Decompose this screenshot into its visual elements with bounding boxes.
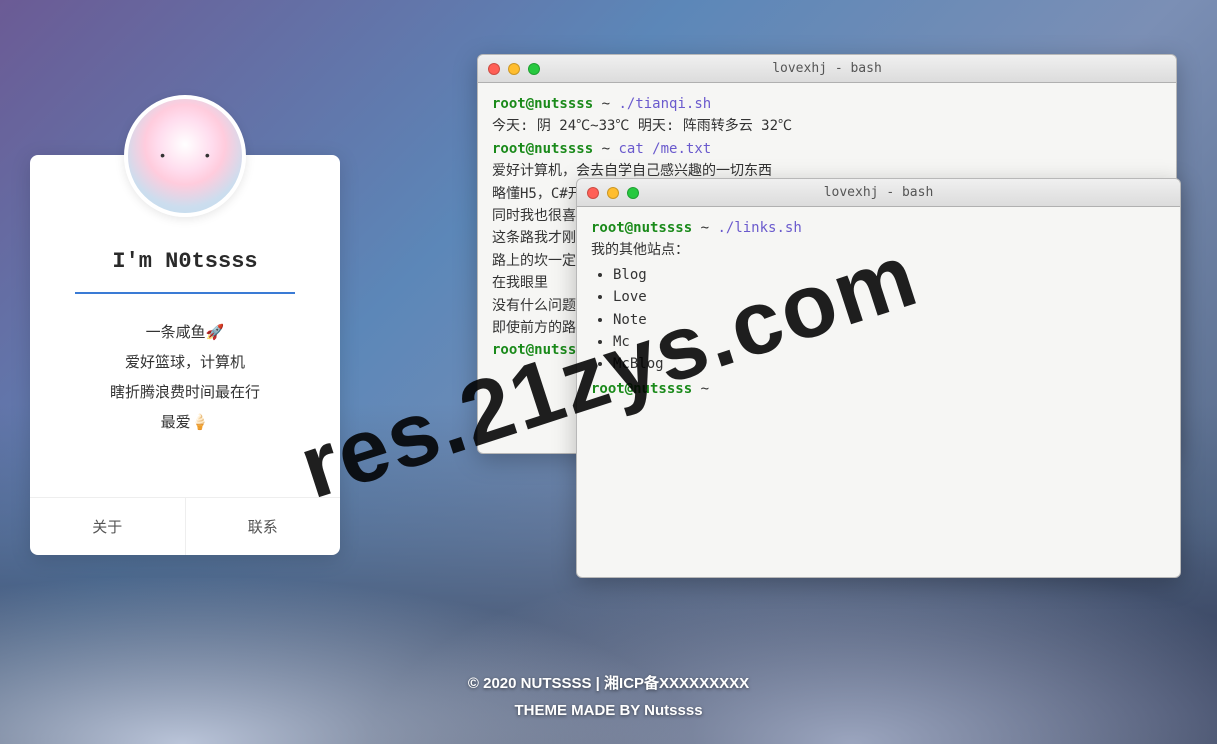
- prompt: root@nutsss: [492, 342, 585, 358]
- link-item[interactable]: Blog: [613, 264, 1166, 286]
- output-line: 我的其他站点：: [591, 239, 1166, 261]
- prompt: root@nutssss: [492, 96, 593, 112]
- command: cat /me.txt: [618, 141, 711, 157]
- page-footer: © 2020 NUTSSSS | 湘ICP备XXXXXXXXX THEME MA…: [0, 670, 1217, 724]
- prompt: root@nutssss: [591, 220, 692, 236]
- command: ./tianqi.sh: [618, 96, 711, 112]
- contact-button[interactable]: 联系: [186, 498, 341, 555]
- bio-line: 一条咸鱼🚀: [110, 318, 260, 348]
- link-item[interactable]: Note: [613, 309, 1166, 331]
- link-item[interactable]: Love: [613, 286, 1166, 308]
- titlebar[interactable]: lovexhj - bash: [478, 55, 1176, 83]
- prompt: root@nutssss: [591, 381, 692, 397]
- command: ./links.sh: [717, 220, 801, 236]
- bio-line: 爱好篮球，计算机: [110, 348, 260, 378]
- window-title: lovexhj - bash: [478, 61, 1176, 76]
- prompt: root@nutssss: [492, 141, 593, 157]
- bio-line: 瞎折腾浪费时间最在行: [110, 378, 260, 408]
- card-footer: 关于 联系: [30, 497, 340, 555]
- title-underline: [75, 292, 295, 294]
- profile-bio: 一条咸鱼🚀 爱好篮球，计算机 瞎折腾浪费时间最在行 最爱🍦: [110, 318, 260, 438]
- avatar: [124, 95, 246, 217]
- profile-title: I'm N0tssss: [112, 249, 257, 274]
- link-item[interactable]: McBlog: [613, 353, 1166, 375]
- terminal-body[interactable]: root@nutssss ~ ./links.sh 我的其他站点： Blog L…: [577, 207, 1180, 410]
- profile-card: I'm N0tssss 一条咸鱼🚀 爱好篮球，计算机 瞎折腾浪费时间最在行 最爱…: [30, 155, 340, 555]
- bio-line: 最爱🍦: [110, 408, 260, 438]
- link-item[interactable]: Mc: [613, 331, 1166, 353]
- about-button[interactable]: 关于: [30, 498, 186, 555]
- window-title: lovexhj - bash: [577, 185, 1180, 200]
- output-line: 今天: 阴 24℃~33℃ 明天: 阵雨转多云 32℃: [492, 115, 1162, 137]
- footer-line: THEME MADE BY Nutssss: [0, 697, 1217, 724]
- footer-line: © 2020 NUTSSSS | 湘ICP备XXXXXXXXX: [0, 670, 1217, 697]
- terminal-window-2[interactable]: lovexhj - bash root@nutssss ~ ./links.sh…: [576, 178, 1181, 578]
- links-list: Blog Love Note Mc McBlog: [613, 264, 1166, 376]
- titlebar[interactable]: lovexhj - bash: [577, 179, 1180, 207]
